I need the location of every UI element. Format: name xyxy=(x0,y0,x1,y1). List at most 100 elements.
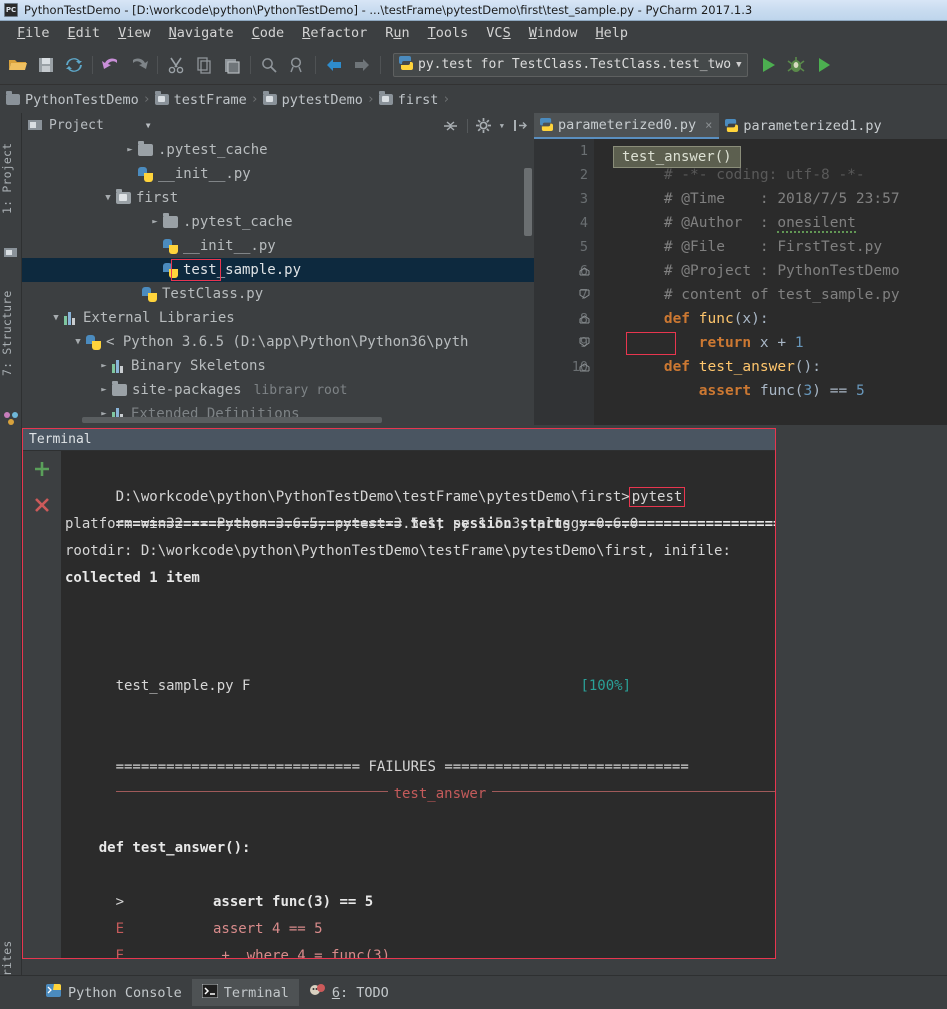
terminal-line-progress: test_sample.py F [100%] xyxy=(65,646,767,694)
project-tree[interactable]: ► .pytest_cache __init__.py ▼ first ► .p… xyxy=(22,138,534,425)
chevron-down-icon[interactable]: ▼ xyxy=(48,313,64,323)
sidebar-item-label: 1: Project xyxy=(0,142,14,214)
breadcrumb-item-pytestdemo[interactable]: pytestDemo xyxy=(262,91,367,108)
chevron-down-icon[interactable]: ▼ xyxy=(146,121,151,130)
find-icon[interactable] xyxy=(255,51,283,79)
terminal-output[interactable]: D:\workcode\python\PythonTestDemo\testFr… xyxy=(61,451,775,958)
menu-item-code[interactable]: Code xyxy=(243,23,294,43)
bottom-item-todo[interactable]: 6: TODO xyxy=(299,979,399,1006)
tree-row[interactable]: ► .pytest_cache xyxy=(22,138,534,162)
cut-icon[interactable] xyxy=(162,51,190,79)
line-number: 3 xyxy=(579,191,588,207)
tree-row-label: __init__.py xyxy=(183,238,276,254)
forward-icon[interactable] xyxy=(348,51,376,79)
paste-icon[interactable] xyxy=(218,51,246,79)
code-token-function: func xyxy=(698,311,734,327)
editor-tab-parameterized1[interactable]: parameterized1.py xyxy=(719,113,888,139)
chevron-right-icon[interactable]: ► xyxy=(147,217,163,227)
menu-item-edit[interactable]: Edit xyxy=(59,23,110,43)
editor-gutter[interactable]: 1 2 3 4 5 6 7 8 9 10 xyxy=(534,139,594,425)
tree-row[interactable]: ► Binary Skeletons xyxy=(22,354,534,378)
breadcrumb-item-pythontestdemo[interactable]: PythonTestDemo xyxy=(6,91,143,108)
project-tree-scrollbar[interactable] xyxy=(524,168,532,236)
code-token-comment: # content of test_sample.py xyxy=(663,287,900,303)
close-icon[interactable]: × xyxy=(705,118,712,132)
debug-icon[interactable] xyxy=(782,51,810,79)
menu-item-window[interactable]: Window xyxy=(520,23,587,43)
editor-code-area[interactable]: # -*- coding: utf-8 -*- # @Time : 2018/7… xyxy=(594,139,947,425)
code-fold-marker[interactable] xyxy=(579,307,591,331)
menu-item-refactor[interactable]: Refactor xyxy=(293,23,376,43)
copy-icon[interactable] xyxy=(190,51,218,79)
menu-item-help[interactable]: Help xyxy=(586,23,637,43)
breadcrumb-separator: › xyxy=(250,92,259,107)
sidebar-item-project[interactable]: 1: Project xyxy=(0,119,22,237)
tree-row[interactable]: __init__.py xyxy=(22,162,534,186)
tree-row[interactable]: TestClass.py xyxy=(22,282,534,306)
left-tool-window-strip: 1: Project 7: Structure 2: Favorites xyxy=(0,113,22,1009)
bottom-item-terminal[interactable]: Terminal xyxy=(191,979,299,1006)
open-folder-icon[interactable] xyxy=(4,51,32,79)
tree-row-label: .pytest_cache xyxy=(158,142,268,158)
chevron-right-icon[interactable]: ► xyxy=(96,385,112,395)
menu-item-navigate[interactable]: Navigate xyxy=(160,23,243,43)
editor-body[interactable]: 1 2 3 4 5 6 7 8 9 10 # -*- coding: utf-8… xyxy=(534,139,947,425)
chevron-right-icon[interactable]: ► xyxy=(96,361,112,371)
tree-row[interactable]: ▼ first xyxy=(22,186,534,210)
code-fold-marker[interactable] xyxy=(579,259,591,283)
breadcrumb-item-first[interactable]: first xyxy=(378,91,443,108)
source-folder-icon xyxy=(262,91,277,105)
back-icon[interactable] xyxy=(320,51,348,79)
code-fold-marker[interactable] xyxy=(579,331,591,355)
redo-icon[interactable] xyxy=(125,51,153,79)
replace-icon[interactable] xyxy=(283,51,311,79)
chevron-down-icon[interactable]: ▼ xyxy=(70,337,86,347)
breadcrumb-item-testframe[interactable]: testFrame xyxy=(154,91,251,108)
tree-row[interactable]: __init__.py xyxy=(22,234,534,258)
save-all-icon[interactable] xyxy=(32,51,60,79)
bottom-item-python-console[interactable]: Python Console xyxy=(36,979,192,1006)
settings-gear-icon[interactable] xyxy=(474,116,494,136)
project-tree-hscrollbar[interactable] xyxy=(82,417,382,423)
code-token-text: (x): xyxy=(733,311,769,327)
collapse-all-icon[interactable] xyxy=(441,116,461,136)
code-token-text: (): xyxy=(794,359,821,375)
chevron-down-icon[interactable]: ▼ xyxy=(100,193,116,203)
run-configuration-label: py.test for TestClass.TestClass.test_two xyxy=(418,57,732,72)
run-configuration-selector[interactable]: py.test for TestClass.TestClass.test_two… xyxy=(393,52,748,77)
toolbar-separator xyxy=(92,55,93,74)
folder-icon xyxy=(6,91,20,105)
tree-row-external-libraries[interactable]: ▼ External Libraries xyxy=(22,306,534,330)
run-icon[interactable] xyxy=(754,51,782,79)
chevron-down-icon[interactable]: ▼ xyxy=(736,60,741,70)
python-file-icon xyxy=(142,286,157,302)
editor-breadcrumb-tooltip: test_answer() xyxy=(613,146,741,168)
rule-left xyxy=(115,790,388,792)
menu-item-run[interactable]: Run xyxy=(376,23,418,43)
tree-row-python-sdk[interactable]: ▼ < Python 3.6.5 (D:\app\Python\Python36… xyxy=(22,330,534,354)
menu-item-tools[interactable]: Tools xyxy=(419,23,478,43)
structure-icon xyxy=(3,410,19,425)
editor-tab-parameterized0[interactable]: parameterized0.py × xyxy=(534,113,720,139)
new-session-plus-icon[interactable] xyxy=(23,451,61,487)
menu-item-file[interactable]: File xyxy=(8,23,59,43)
sync-refresh-icon[interactable] xyxy=(60,51,88,79)
code-fold-marker[interactable] xyxy=(579,355,591,379)
close-session-x-icon[interactable] xyxy=(23,487,61,523)
chevron-right-icon[interactable]: ► xyxy=(122,145,138,155)
sidebar-item-structure[interactable]: 7: Structure xyxy=(0,263,22,403)
hide-panel-icon[interactable] xyxy=(510,116,530,136)
run-with-coverage-icon[interactable] xyxy=(810,51,838,79)
menu-item-view[interactable]: View xyxy=(109,23,160,43)
project-panel-header: Project ▼ ▼ xyxy=(22,113,534,138)
toolbar-separator xyxy=(157,55,158,74)
chevron-down-icon[interactable]: ▼ xyxy=(500,122,504,130)
menu-item-vcs[interactable]: VCS xyxy=(477,23,519,43)
code-fold-marker[interactable] xyxy=(579,283,591,307)
tree-row[interactable]: ► .pytest_cache xyxy=(22,210,534,234)
tree-row-test-sample[interactable]: test_sample.py xyxy=(22,258,534,282)
tree-row[interactable]: ► site-packages library root xyxy=(22,378,534,402)
undo-icon[interactable] xyxy=(97,51,125,79)
